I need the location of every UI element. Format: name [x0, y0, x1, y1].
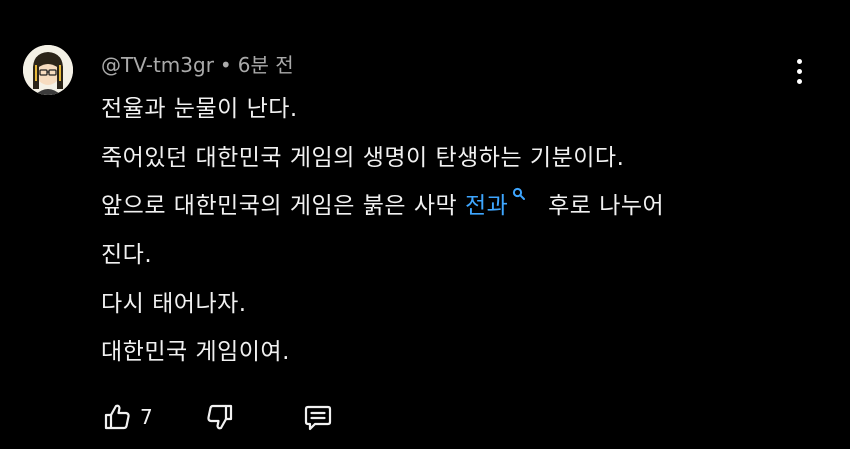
comment-line: 앞으로 대한민국의 게임은 붉은 사막 전과 후로 나누어 — [101, 182, 781, 231]
comment-time[interactable]: 6분 전 — [238, 53, 294, 77]
comment-line: 죽어있던 대한민국 게임의 생명이 탄생하는 기분이다. — [101, 144, 625, 171]
thumbs-down-icon — [207, 404, 233, 430]
meta-separator: • — [219, 53, 232, 77]
like-count: 7 — [140, 405, 153, 429]
comment-reply-icon — [304, 405, 332, 431]
comment-text: 전율과 눈물이 난다. 죽어있던 대한민국 게임의 생명이 탄생하는 기분이다.… — [101, 85, 781, 377]
author-handle[interactable]: @TV-tm3gr — [101, 53, 214, 77]
thumbs-up-icon — [104, 404, 130, 430]
author-avatar[interactable] — [23, 45, 73, 95]
comment-line: 대한민국 게임이여. — [101, 339, 290, 366]
avatar-image — [23, 45, 73, 95]
keyword-search-link[interactable]: 전과 — [465, 188, 540, 219]
comment-line: 전율과 눈물이 난다. — [101, 96, 298, 122]
comment-actions: 7 — [100, 396, 335, 438]
comment-line-part: 후로 나누어 — [540, 193, 665, 220]
more-options-button[interactable] — [784, 54, 814, 88]
comment-line: 진다. — [101, 242, 153, 269]
like-button[interactable] — [100, 400, 134, 434]
comment-line-part: 앞으로 대한민국의 게임은 붉은 사막 — [101, 193, 465, 220]
keyword-search-label[interactable]: 전과 — [465, 193, 508, 219]
comment-line: 다시 태어나자. — [101, 290, 247, 317]
comment-meta: @TV-tm3gr • 6분 전 — [101, 50, 294, 80]
more-dot — [796, 78, 802, 84]
reply-button[interactable] — [301, 400, 335, 434]
more-vertical-icon — [796, 58, 802, 64]
search-icon — [513, 188, 526, 201]
dislike-button[interactable] — [203, 400, 237, 434]
more-dot — [796, 68, 802, 74]
